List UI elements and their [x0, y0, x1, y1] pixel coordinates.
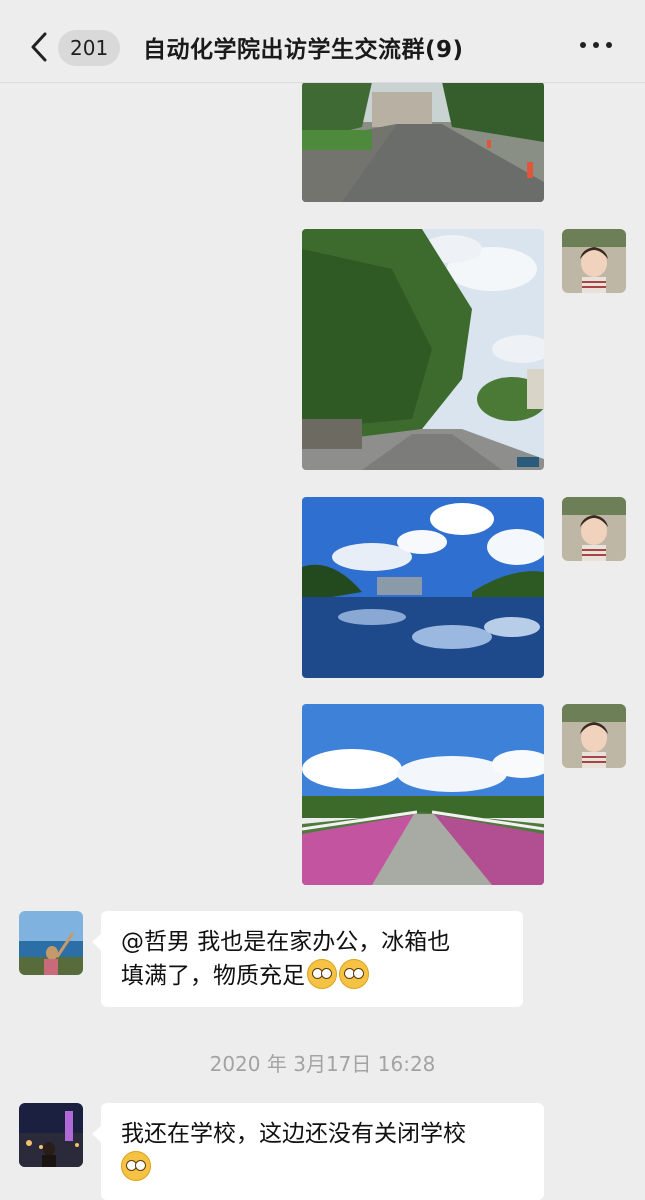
avatar-photo — [19, 1103, 83, 1167]
avatar-photo — [562, 704, 626, 768]
back-button[interactable]: 201 — [24, 28, 124, 68]
message-bubble[interactable]: @哲男 我也是在家办公，冰箱也 填满了，物质充足 — [92, 911, 523, 1007]
lake-photo — [302, 497, 544, 678]
face-with-monocle-emoji — [339, 959, 369, 989]
tree-road-photo — [302, 229, 544, 470]
road-photo — [302, 82, 544, 202]
chat-title: 自动化学院出访学生交流群(9) — [143, 37, 464, 63]
more-options-button[interactable] — [578, 36, 614, 56]
avatar-other-user[interactable] — [19, 911, 83, 975]
bridge-photo — [302, 704, 544, 885]
more-dots-icon — [593, 42, 599, 48]
avatar-other-user-2[interactable] — [19, 1103, 83, 1167]
chat-header: 201 自动化学院出访学生交流群(9) — [0, 0, 645, 83]
avatar-photo — [562, 497, 626, 561]
message-bubble[interactable]: 我还在学校，这边还没有关闭学校 — [92, 1103, 544, 1200]
message-timestamp: 2020 年 3月17日 16:28 — [209, 1052, 436, 1076]
image-message-road[interactable] — [302, 82, 544, 202]
unread-count-badge: 201 — [58, 30, 121, 66]
message-text-line: @哲男 我也是在家办公，冰箱也 — [121, 929, 451, 955]
more-dots-icon — [580, 42, 586, 48]
face-with-monocle-emoji — [307, 959, 337, 989]
avatar-self[interactable] — [562, 497, 626, 561]
message-text-line: 我还在学校，这边还没有关闭学校 — [121, 1121, 466, 1147]
avatar-photo — [19, 911, 83, 975]
image-message-bridge[interactable] — [302, 704, 544, 885]
flushed-face-emoji — [121, 1151, 151, 1181]
image-message-tree-road[interactable] — [302, 229, 544, 470]
avatar-self[interactable] — [562, 229, 626, 293]
message-text-line: 填满了，物质充足 — [121, 959, 503, 993]
more-dots-icon — [606, 42, 612, 48]
avatar-photo — [562, 229, 626, 293]
avatar-self[interactable] — [562, 704, 626, 768]
image-message-lake[interactable] — [302, 497, 544, 678]
chevron-left-icon — [31, 32, 47, 62]
message-text-line — [121, 1151, 524, 1185]
